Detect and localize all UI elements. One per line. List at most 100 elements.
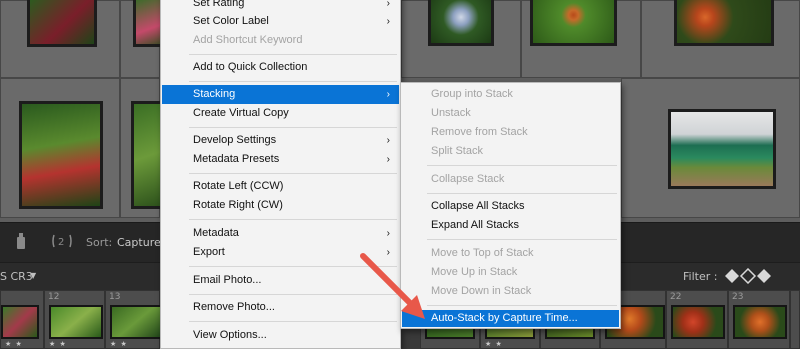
rating-stars: ★ ★ xyxy=(485,340,503,348)
menu-separator xyxy=(189,173,397,174)
filmstrip-thumbnail[interactable] xyxy=(49,305,103,339)
menu-item-label: Add to Quick Collection xyxy=(193,61,308,73)
grid-cell[interactable] xyxy=(521,0,641,78)
submenu-item-unstack: Unstack xyxy=(402,104,619,123)
menu-separator xyxy=(189,54,397,55)
menu-item-label: Group into Stack xyxy=(431,88,513,100)
menu-item-stacking[interactable]: Stacking › xyxy=(162,85,399,104)
chevron-right-icon: › xyxy=(386,135,390,146)
submenu-item-collapse-all-stacks[interactable]: Collapse All Stacks xyxy=(402,197,619,216)
menu-separator xyxy=(189,219,397,220)
menu-item-label: Set Color Label xyxy=(193,15,269,27)
chevron-right-icon: › xyxy=(386,154,390,165)
menu-separator xyxy=(427,305,617,306)
menu-item-develop-settings[interactable]: Develop Settings › xyxy=(162,131,399,150)
menu-item-label: Develop Settings xyxy=(193,134,277,146)
menu-item-rotate-left[interactable]: Rotate Left (CCW) xyxy=(162,177,399,196)
chevron-down-icon[interactable]: ▼ xyxy=(30,271,36,280)
menu-item-label: View Options... xyxy=(193,329,267,341)
sort-label: Sort: xyxy=(86,236,113,249)
filmstrip-cell[interactable]: 22 xyxy=(666,290,728,349)
photo-thumbnail[interactable] xyxy=(19,101,103,209)
rating-stars: ★ ★ xyxy=(49,340,67,348)
filmstrip-thumbnail[interactable] xyxy=(671,305,725,339)
filmstrip-cell[interactable]: ★ ★ xyxy=(0,290,44,349)
filter-label: Filter : xyxy=(683,270,718,283)
grid-cell[interactable] xyxy=(621,78,800,218)
photo-thumbnail[interactable] xyxy=(27,0,97,47)
menu-separator xyxy=(189,81,397,82)
menu-separator xyxy=(427,165,617,166)
menu-item-label: Collapse Stack xyxy=(431,173,505,185)
rating-stars: ★ ★ xyxy=(110,340,128,348)
menu-item-create-virtual-copy[interactable]: Create Virtual Copy xyxy=(162,104,399,123)
menu-separator xyxy=(189,127,397,128)
menu-item-label: Move Down in Stack xyxy=(431,285,532,297)
menu-item-label: Expand All Stacks xyxy=(431,219,520,231)
menu-item-label: Move to Top of Stack xyxy=(431,247,534,259)
filter-flag-icons[interactable] xyxy=(724,267,774,285)
menu-item-label: Remove Photo... xyxy=(193,301,275,313)
menu-item-label: Email Photo... xyxy=(193,274,262,286)
menu-item-label: Split Stack xyxy=(431,145,483,157)
menu-item-label: Rotate Left (CCW) xyxy=(193,180,284,192)
menu-item-label: Create Virtual Copy xyxy=(193,107,289,119)
grid-cell[interactable] xyxy=(401,0,521,78)
menu-item-label: Collapse All Stacks xyxy=(431,200,525,212)
submenu-item-split-stack: Split Stack xyxy=(402,142,619,161)
grid-cell[interactable] xyxy=(0,0,120,78)
chevron-right-icon: › xyxy=(386,228,390,239)
filmstrip-number: 22 xyxy=(670,292,682,302)
menu-item-label: Stacking xyxy=(193,88,236,100)
grid-cell[interactable] xyxy=(0,78,120,218)
menu-item-add-shortcut-keyword: Add Shortcut Keyword xyxy=(162,31,399,50)
photo-thumbnail[interactable] xyxy=(530,0,617,46)
annotation-arrow xyxy=(360,253,425,319)
menu-item-label: Move Up in Stack xyxy=(431,266,518,278)
menu-item-label: Auto-Stack by Capture Time... xyxy=(431,312,578,324)
chevron-right-icon: › xyxy=(386,89,390,100)
submenu-item-expand-all-stacks[interactable]: Expand All Stacks xyxy=(402,216,619,235)
menu-item-label: Set Rating xyxy=(193,0,245,9)
filmstrip-cell[interactable] xyxy=(790,290,800,349)
spray-can-icon[interactable] xyxy=(15,232,27,250)
submenu-item-collapse-stack: Collapse Stack xyxy=(402,170,619,189)
menu-item-label: Unstack xyxy=(431,107,471,119)
menu-item-label: Rotate Right (CW) xyxy=(193,199,283,211)
menu-item-add-to-quick-collection[interactable]: Add to Quick Collection xyxy=(162,58,399,77)
menu-item-view-options[interactable]: View Options... xyxy=(162,326,399,345)
source-label[interactable]: S CR3 xyxy=(0,270,33,283)
menu-item-label: Remove from Stack xyxy=(431,126,528,138)
grid-cell[interactable] xyxy=(120,78,171,218)
menu-item-set-color-label[interactable]: Set Color Label › xyxy=(162,12,399,31)
filmstrip-cell[interactable]: 12 ★ ★ xyxy=(44,290,105,349)
grid-cell[interactable] xyxy=(641,0,800,78)
menu-item-label: Metadata xyxy=(193,227,239,239)
filmstrip-thumbnail[interactable] xyxy=(1,305,39,339)
menu-item-rotate-right[interactable]: Rotate Right (CW) xyxy=(162,196,399,215)
filmstrip-number: 23 xyxy=(732,292,744,302)
submenu-item-remove-from-stack: Remove from Stack xyxy=(402,123,619,142)
filmstrip-thumbnail[interactable] xyxy=(733,305,787,339)
menu-item-metadata[interactable]: Metadata › xyxy=(162,224,399,243)
photo-thumbnail[interactable] xyxy=(428,0,494,46)
filmstrip-thumbnail[interactable] xyxy=(110,305,162,339)
grid-cell[interactable] xyxy=(120,0,173,78)
painter-stamp-icon[interactable]: 2 xyxy=(51,232,73,250)
photo-thumbnail[interactable] xyxy=(668,109,776,189)
menu-item-metadata-presets[interactable]: Metadata Presets › xyxy=(162,150,399,169)
photo-thumbnail[interactable] xyxy=(674,0,774,46)
menu-separator xyxy=(427,193,617,194)
menu-item-label: Metadata Presets xyxy=(193,153,280,165)
filmstrip-number: 13 xyxy=(109,292,121,302)
svg-text:2: 2 xyxy=(58,237,64,248)
filmstrip-cell[interactable]: 23 xyxy=(728,290,790,349)
submenu-item-group-into-stack: Group into Stack xyxy=(402,85,619,104)
menu-separator xyxy=(427,239,617,240)
menu-item-label: Export xyxy=(193,246,225,258)
chevron-right-icon: › xyxy=(386,16,390,27)
filmstrip-number: 12 xyxy=(48,292,60,302)
menu-item-label: Add Shortcut Keyword xyxy=(193,34,303,46)
rating-stars: ★ ★ xyxy=(5,340,23,348)
filmstrip-cell[interactable]: 13 ★ ★ xyxy=(105,290,162,349)
